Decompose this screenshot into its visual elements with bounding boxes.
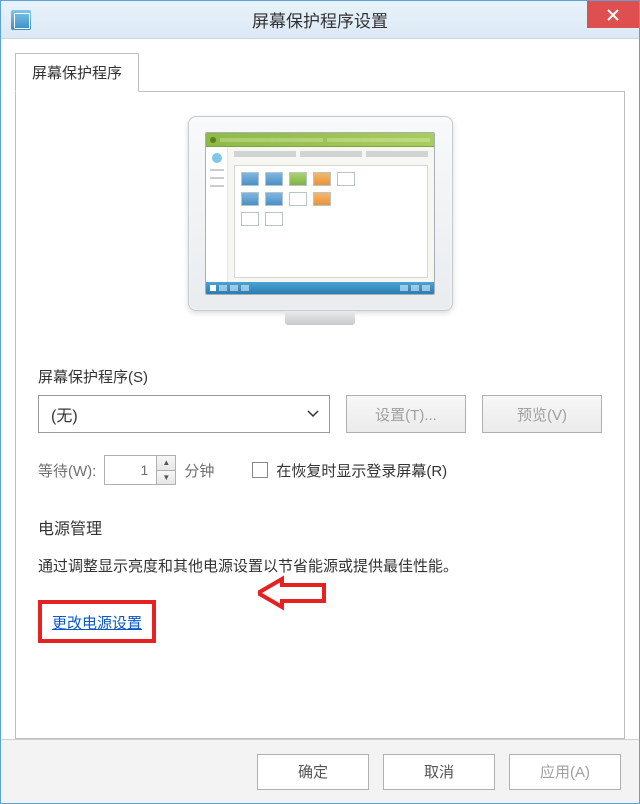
settings-button[interactable]: 设置(T)... bbox=[346, 395, 466, 433]
monitor-preview bbox=[188, 116, 453, 326]
change-power-settings-link[interactable]: 更改电源设置 bbox=[52, 615, 142, 632]
close-icon bbox=[607, 9, 619, 21]
preview-window-body bbox=[206, 147, 434, 282]
preview-window-header bbox=[206, 133, 434, 147]
tab-body: 屏幕保护程序(S) (无) 设置(T)... 预览(V) 等待(W): 1 ▲ bbox=[15, 91, 625, 739]
monitor-screen bbox=[205, 132, 435, 295]
dialog-footer: 确定 取消 应用(A) bbox=[1, 739, 639, 803]
content-area: 屏幕保护程序 bbox=[1, 39, 639, 739]
monitor-frame bbox=[188, 116, 453, 311]
screensaver-selected-value: (无) bbox=[51, 402, 78, 426]
wait-unit: 分钟 bbox=[184, 460, 214, 481]
resume-checkbox[interactable] bbox=[252, 462, 268, 478]
ok-button[interactable]: 确定 bbox=[257, 754, 369, 790]
spinner-down[interactable]: ▼ bbox=[157, 471, 175, 485]
close-button[interactable] bbox=[587, 1, 639, 28]
spinner-up[interactable]: ▲ bbox=[157, 456, 175, 471]
wait-row: 等待(W): 1 ▲ ▼ 分钟 在恢复时显示登录屏幕(R) bbox=[38, 455, 602, 485]
chevron-down-icon bbox=[307, 405, 319, 423]
power-link-wrap: 更改电源设置 bbox=[38, 600, 602, 643]
wait-spinner: 1 ▲ ▼ bbox=[104, 455, 176, 485]
tab-screensaver[interactable]: 屏幕保护程序 bbox=[15, 53, 139, 92]
screensaver-row: (无) 设置(T)... 预览(V) bbox=[38, 395, 602, 433]
power-section-title: 电源管理 bbox=[38, 515, 602, 539]
screensaver-select[interactable]: (无) bbox=[38, 395, 330, 433]
app-icon bbox=[11, 10, 31, 30]
tab-header: 屏幕保护程序 bbox=[15, 53, 625, 91]
resume-checkbox-group: 在恢复时显示登录屏幕(R) bbox=[252, 460, 447, 481]
screensaver-label: 屏幕保护程序(S) bbox=[38, 366, 602, 387]
annotation-arrow-icon bbox=[258, 573, 328, 613]
monitor-stand bbox=[285, 311, 355, 325]
dialog-window: 屏幕保护程序设置 屏幕保护程序 bbox=[0, 0, 640, 804]
preview-area bbox=[38, 116, 602, 326]
wait-input[interactable]: 1 bbox=[104, 455, 156, 485]
annotation-box: 更改电源设置 bbox=[38, 600, 156, 643]
window-title: 屏幕保护程序设置 bbox=[1, 7, 639, 32]
preview-button[interactable]: 预览(V) bbox=[482, 395, 602, 433]
apply-button[interactable]: 应用(A) bbox=[509, 754, 621, 790]
wait-label: 等待(W): bbox=[38, 460, 96, 481]
resume-checkbox-label: 在恢复时显示登录屏幕(R) bbox=[276, 460, 447, 481]
preview-taskbar bbox=[206, 282, 434, 294]
cancel-button[interactable]: 取消 bbox=[383, 754, 495, 790]
titlebar: 屏幕保护程序设置 bbox=[1, 1, 639, 39]
